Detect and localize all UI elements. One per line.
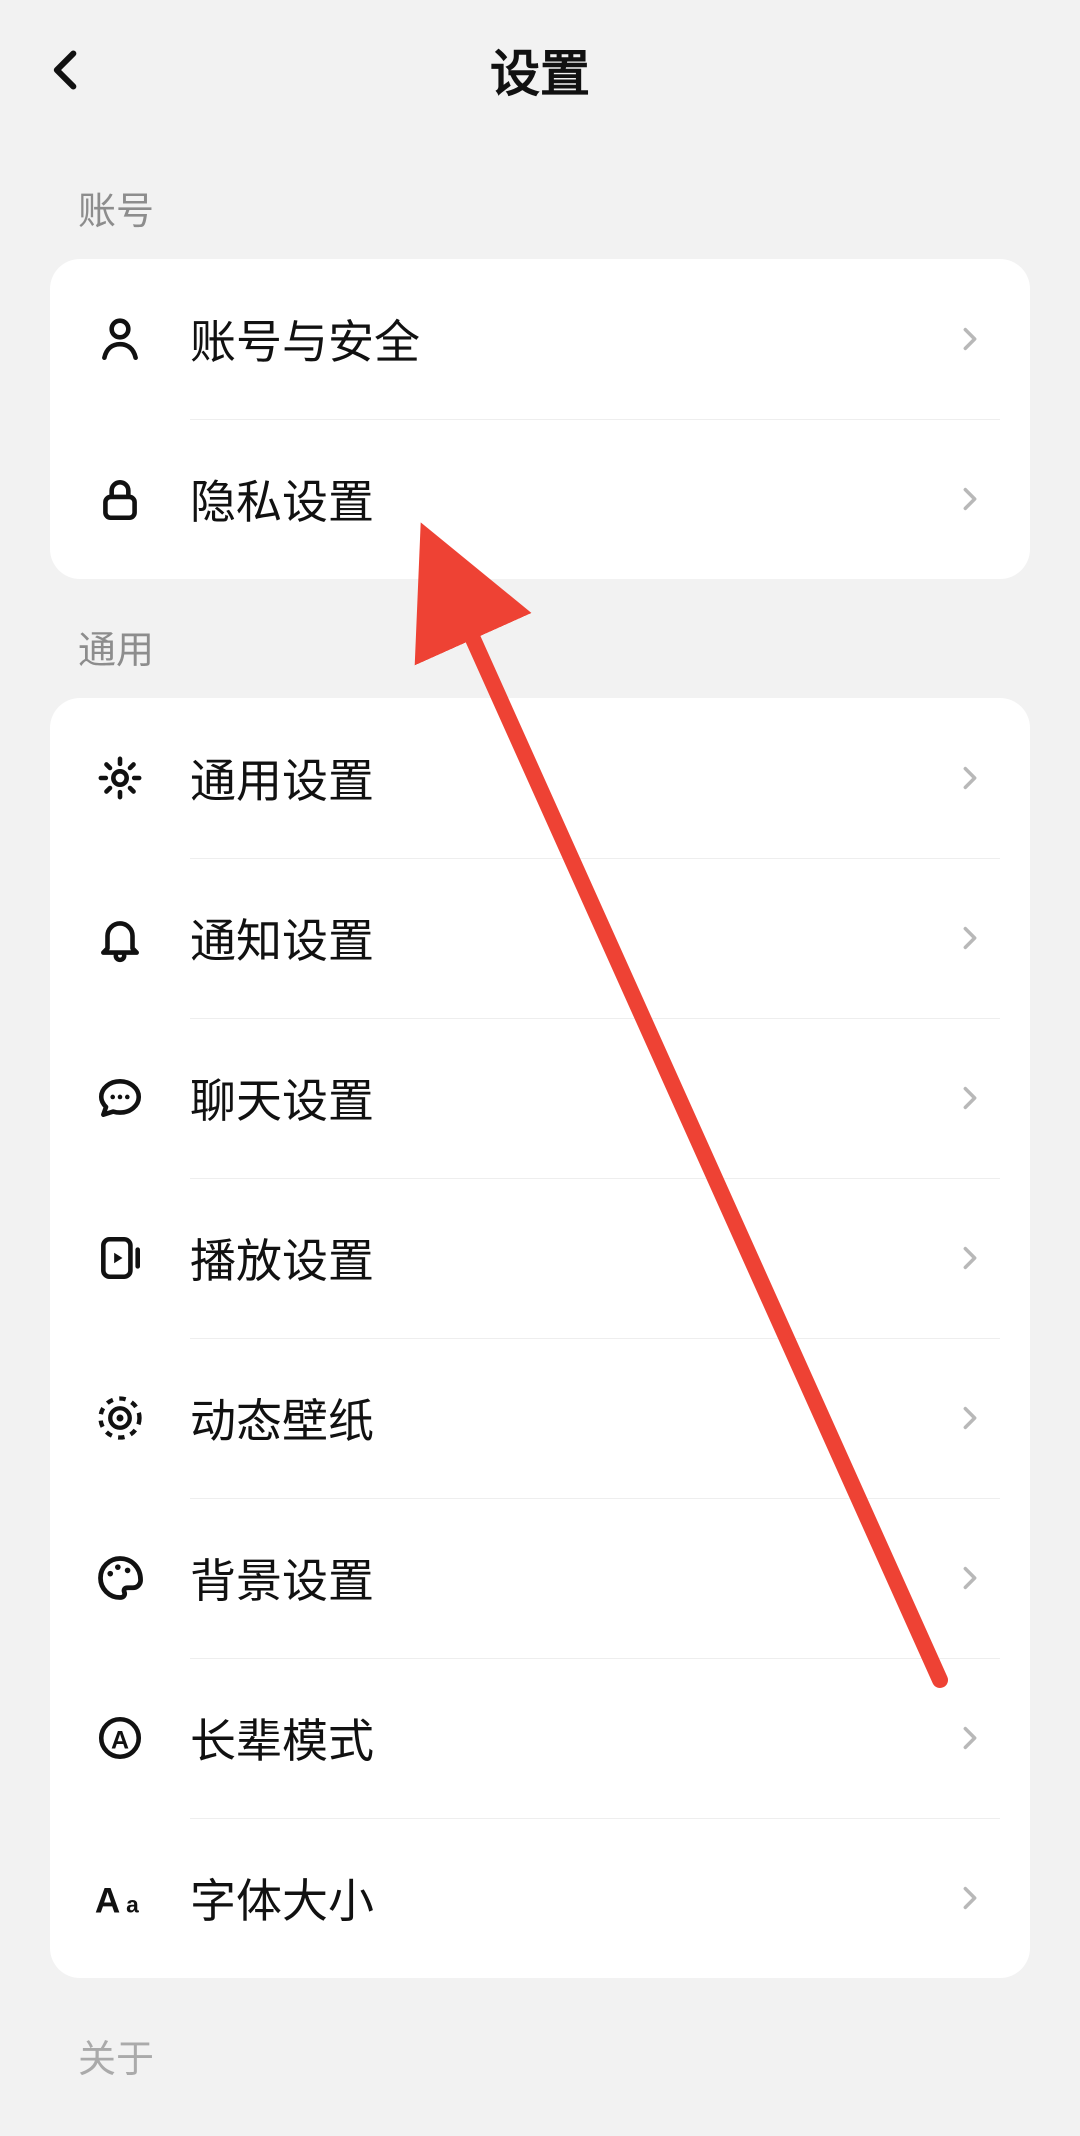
row-label: 聊天设置 bbox=[190, 1065, 950, 1131]
row-label: 隐私设置 bbox=[190, 466, 950, 532]
svg-text:a: a bbox=[126, 1892, 139, 1918]
row-label: 账号与安全 bbox=[190, 306, 950, 372]
target-icon bbox=[90, 1388, 150, 1448]
section-label-account: 账号 bbox=[0, 140, 1080, 259]
section-general-card: 通用设置 通知设置 聊天设置 播放 bbox=[50, 698, 1030, 1978]
chevron-right-icon bbox=[950, 1558, 990, 1598]
section-label-general: 通用 bbox=[0, 579, 1080, 698]
chevron-right-icon bbox=[950, 758, 990, 798]
chat-icon bbox=[90, 1068, 150, 1128]
chevron-right-icon bbox=[950, 479, 990, 519]
page-title: 设置 bbox=[490, 34, 590, 106]
letter-a-circle-icon: A bbox=[90, 1708, 150, 1768]
section-label-about: 关于 bbox=[0, 1978, 1080, 2107]
row-account-security[interactable]: 账号与安全 bbox=[50, 259, 1030, 419]
row-label: 长辈模式 bbox=[190, 1705, 950, 1771]
row-label: 字体大小 bbox=[190, 1865, 950, 1931]
row-live-wallpaper[interactable]: 动态壁纸 bbox=[50, 1338, 1030, 1498]
chevron-right-icon bbox=[950, 1398, 990, 1438]
row-label: 通用设置 bbox=[190, 745, 950, 811]
chevron-right-icon bbox=[950, 1078, 990, 1118]
play-icon bbox=[90, 1228, 150, 1288]
row-background-settings[interactable]: 背景设置 bbox=[50, 1498, 1030, 1658]
chevron-left-icon bbox=[44, 48, 88, 92]
lock-icon bbox=[90, 469, 150, 529]
row-label: 播放设置 bbox=[190, 1225, 950, 1291]
row-general-settings[interactable]: 通用设置 bbox=[50, 698, 1030, 858]
row-elderly-mode[interactable]: A 长辈模式 bbox=[50, 1658, 1030, 1818]
person-icon bbox=[90, 309, 150, 369]
row-chat-settings[interactable]: 聊天设置 bbox=[50, 1018, 1030, 1178]
gear-icon bbox=[90, 748, 150, 808]
row-label: 背景设置 bbox=[190, 1545, 950, 1611]
header: 设置 bbox=[0, 0, 1080, 140]
svg-text:A: A bbox=[111, 1726, 129, 1754]
svg-text:A: A bbox=[95, 1882, 120, 1921]
row-playback-settings[interactable]: 播放设置 bbox=[50, 1178, 1030, 1338]
chevron-right-icon bbox=[950, 319, 990, 359]
palette-icon bbox=[90, 1548, 150, 1608]
chevron-right-icon bbox=[950, 1238, 990, 1278]
section-account-card: 账号与安全 隐私设置 bbox=[50, 259, 1030, 579]
row-label: 动态壁纸 bbox=[190, 1385, 950, 1451]
row-privacy-settings[interactable]: 隐私设置 bbox=[50, 419, 1030, 579]
row-font-size[interactable]: A a 字体大小 bbox=[50, 1818, 1030, 1978]
row-notification-settings[interactable]: 通知设置 bbox=[50, 858, 1030, 1018]
font-size-icon: A a bbox=[90, 1868, 150, 1928]
bell-icon bbox=[90, 908, 150, 968]
row-label: 通知设置 bbox=[190, 905, 950, 971]
back-button[interactable] bbox=[36, 40, 96, 100]
chevron-right-icon bbox=[950, 1718, 990, 1758]
chevron-right-icon bbox=[950, 918, 990, 958]
chevron-right-icon bbox=[950, 1878, 990, 1918]
